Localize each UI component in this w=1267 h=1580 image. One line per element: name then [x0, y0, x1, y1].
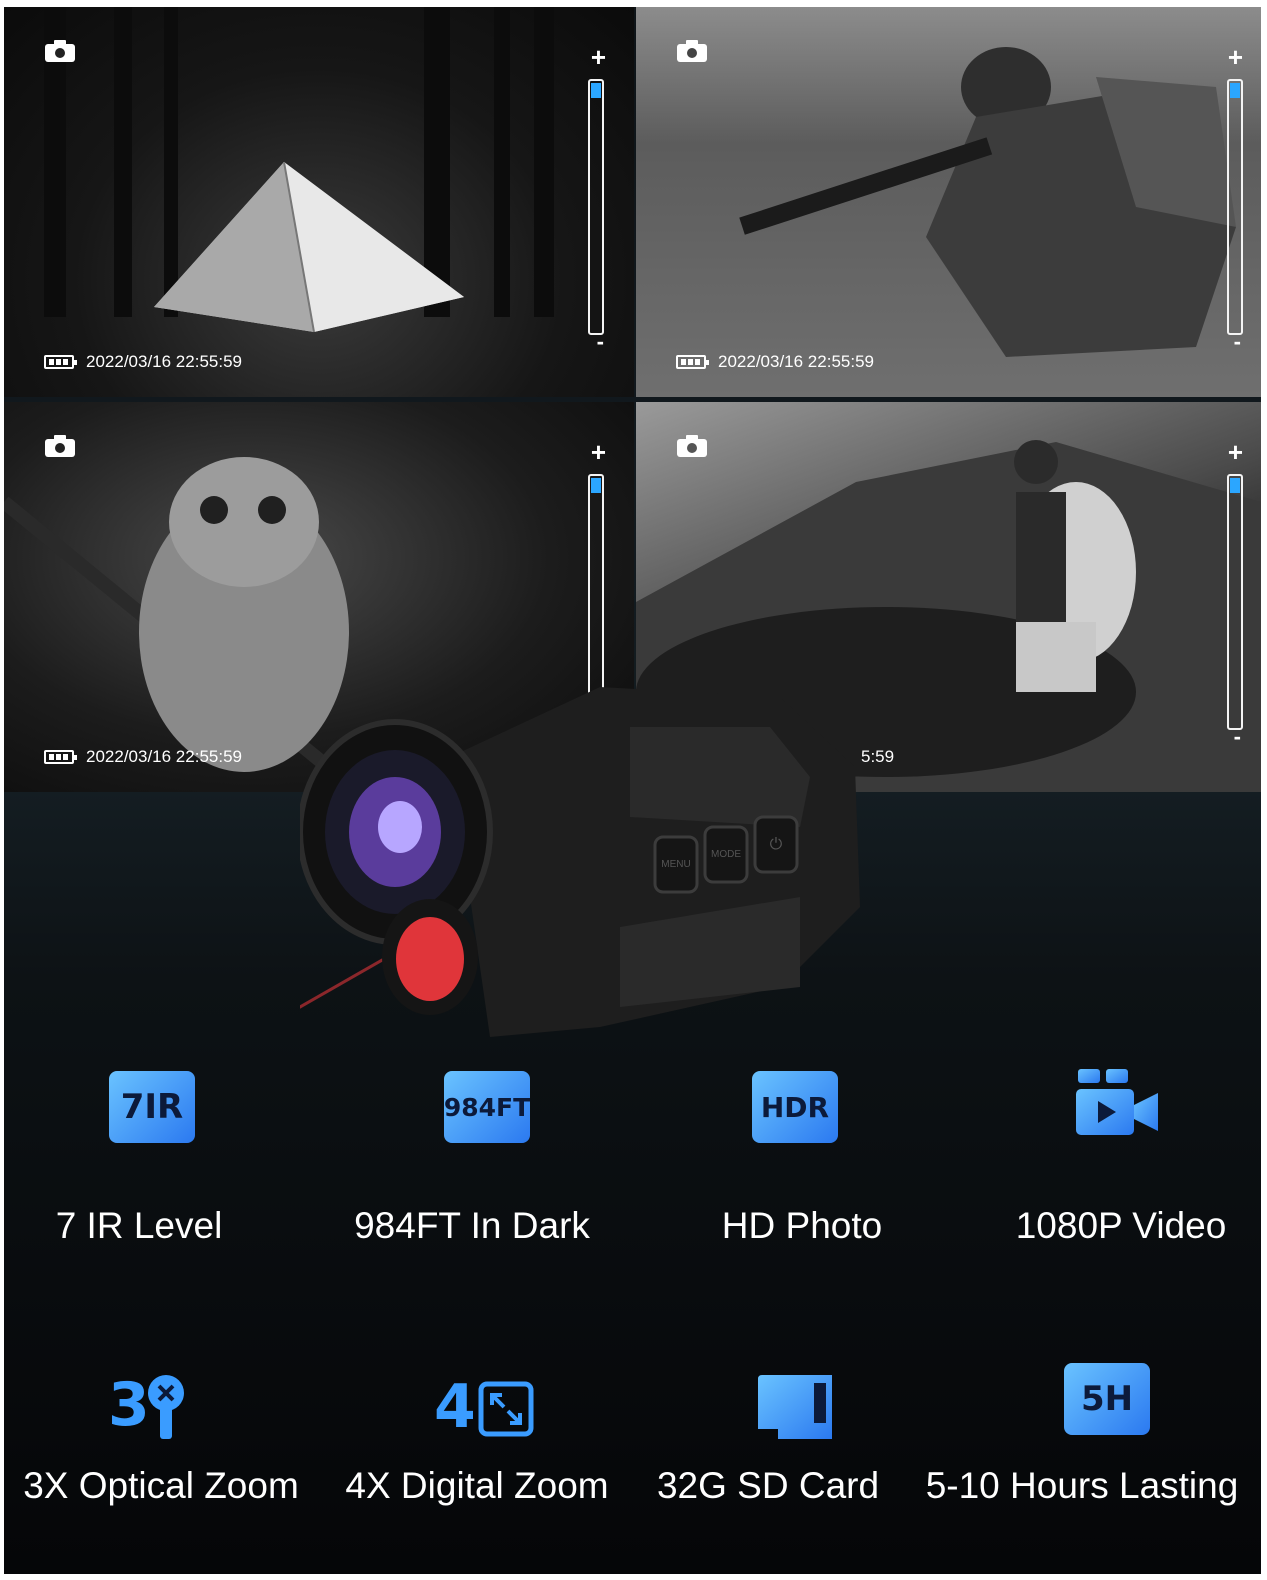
digital-zoom-icon	[478, 1381, 534, 1437]
zoom-in-icon: +	[590, 437, 606, 467]
camera-icon	[677, 435, 707, 457]
feature-label: 984FT In Dark	[354, 1205, 590, 1246]
zoom-slider	[1227, 474, 1243, 730]
feature-label: 1080P Video	[1015, 1205, 1227, 1246]
zoom-out-icon: -	[596, 329, 604, 354]
product-image: + - 2022/03/16 22:55:59 + - 2022/03/16 2…	[4, 7, 1261, 1574]
mode-button-label: MODE	[711, 849, 741, 860]
status-bar: 2022/03/16 22:55:59	[676, 352, 874, 372]
zoom-in-icon: +	[590, 42, 606, 72]
feature-label: HD Photo	[721, 1205, 883, 1246]
digital-zoom-number: 4	[434, 1372, 476, 1442]
soldier-image	[739, 47, 1236, 357]
power-icon: ⏻	[770, 836, 783, 853]
camera-icon	[677, 40, 707, 62]
timestamp: 2022/03/16 22:55:59	[86, 352, 242, 371]
battery-icon	[44, 750, 77, 764]
zoom-level-fill	[1230, 478, 1240, 493]
zoom-slider	[1227, 79, 1243, 335]
zoom-out-icon: -	[1233, 329, 1241, 354]
camera-icon	[45, 40, 75, 62]
soldier-panel: + - 2022/03/16 22:55:59	[636, 7, 1261, 397]
zoom-out-icon: -	[1233, 724, 1241, 749]
feature-label: 3X Optical Zoom	[23, 1465, 299, 1506]
zoom-in-icon: +	[1227, 42, 1243, 72]
zoom-level-fill	[591, 478, 601, 493]
battery-hours-icon: 5H	[1064, 1363, 1150, 1435]
tent-image	[154, 161, 464, 333]
zoom-level-fill	[1230, 83, 1240, 98]
status-bar: 2022/03/16 22:55:59	[44, 352, 242, 372]
zoom-slider	[588, 79, 604, 335]
battery-icon	[676, 355, 709, 369]
night-vision-monocular: MENU MODE ⏻	[300, 687, 860, 1037]
status-bar: 2022/03/16 22:55:59	[44, 747, 242, 767]
sd-card-icon	[758, 1375, 832, 1439]
camera-icon	[45, 435, 75, 457]
feature-label: 32G SD Card	[656, 1465, 880, 1506]
zoom-in-icon: +	[1227, 437, 1243, 467]
ir-level-icon: 7IR	[109, 1071, 195, 1143]
timestamp: 2022/03/16 22:55:59	[86, 747, 242, 766]
hdr-icon: HDR	[752, 1071, 838, 1143]
battery-icon	[44, 355, 77, 369]
video-camera-icon	[1076, 1069, 1158, 1135]
optical-zoom-icon	[148, 1375, 184, 1439]
feature-label: 4X Digital Zoom	[345, 1465, 609, 1506]
feature-label: 5-10 Hours Lasting	[925, 1465, 1239, 1506]
distance-icon: 984FT	[444, 1071, 530, 1143]
tent-panel: + - 2022/03/16 22:55:59	[4, 7, 634, 397]
feature-label: 7 IR Level	[55, 1205, 223, 1246]
timestamp: 2022/03/16 22:55:59	[718, 352, 874, 371]
menu-button-label: MENU	[661, 859, 690, 870]
zoom-level-fill	[591, 83, 601, 98]
